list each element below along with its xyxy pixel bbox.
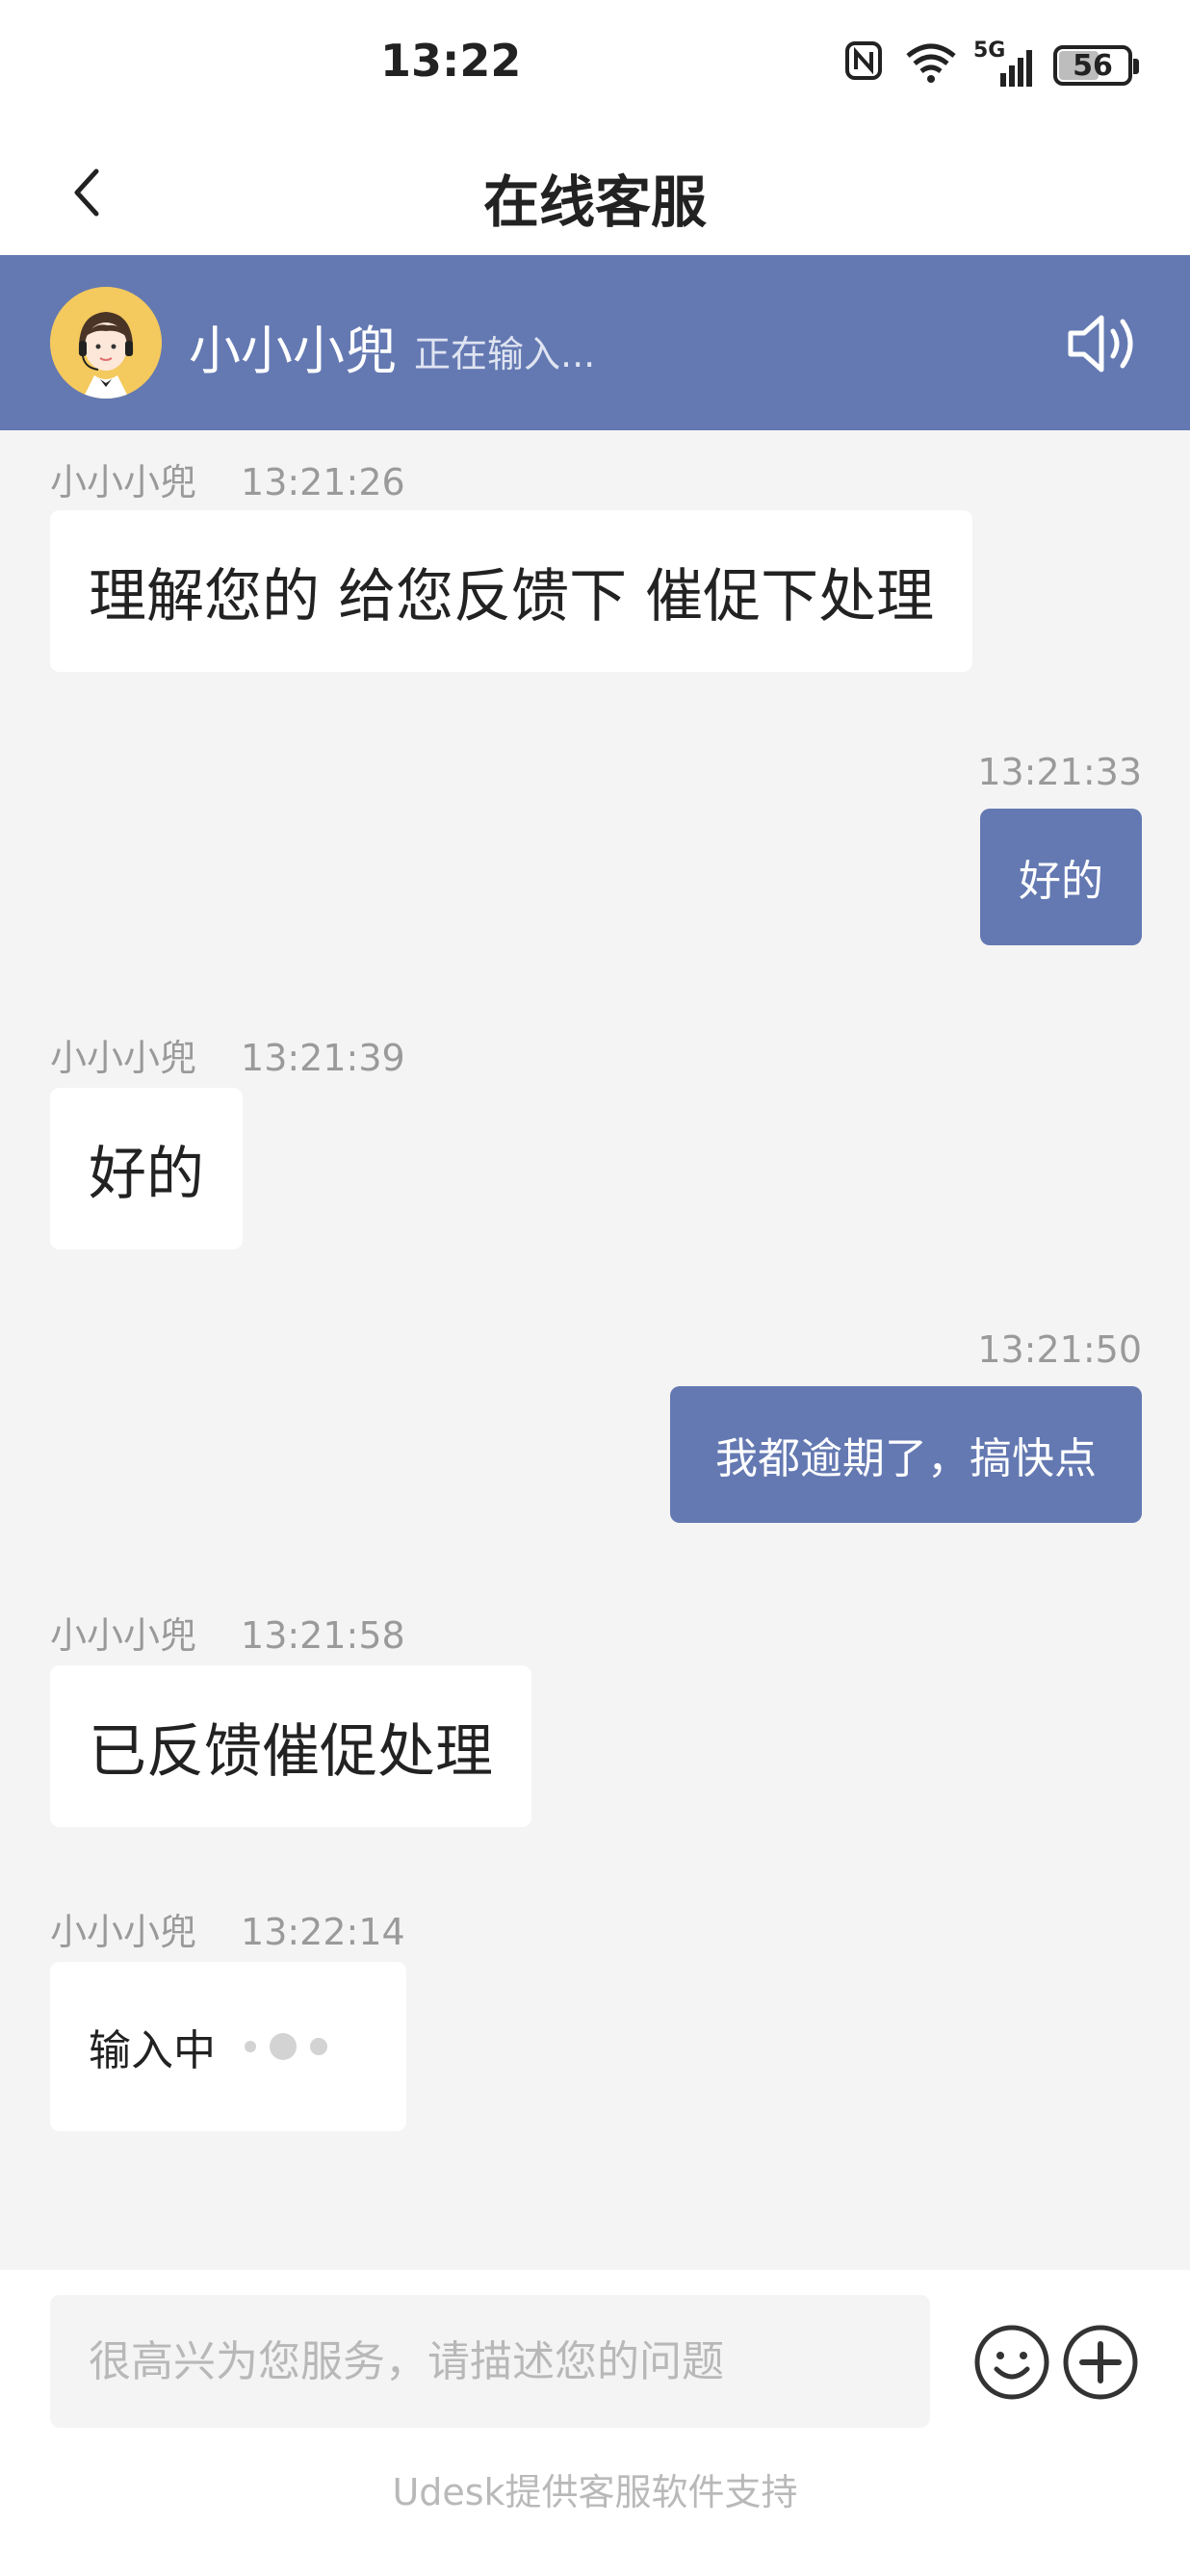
page-title: 在线客服 [482, 169, 707, 235]
message-text: 已反馈催促处理 [89, 1717, 493, 1786]
sender-name: 小小小兜 [50, 1911, 197, 1953]
more-options-button[interactable] [1061, 2323, 1140, 2402]
status-bar: 13:22 5G 56 [0, 0, 1190, 130]
battery-icon: 56 [1053, 45, 1139, 86]
network-type: 5G [973, 39, 1006, 63]
signal-icon: 5G [973, 39, 1032, 87]
composer: Udesk提供客服软件支持 [0, 2270, 1190, 2576]
message-bubble-agent[interactable]: 已反馈催促处理 [50, 1665, 531, 1827]
message-meta: 小小小兜 13:21:26 [50, 452, 405, 505]
message-meta: 小小小兜 13:22:14 [50, 1902, 405, 1955]
message-meta: 小小小兜 13:21:58 [50, 1606, 405, 1659]
emoji-button[interactable] [972, 2323, 1051, 2402]
agent-name: 小小小兜 [189, 321, 397, 381]
message-text: 好的 [89, 1140, 204, 1208]
message-bubble-user[interactable]: 我都逾期了，搞快点 [670, 1386, 1142, 1523]
message-input[interactable] [50, 2295, 930, 2428]
agent-typing-status: 正在输入... [414, 333, 596, 375]
powered-by-note: Udesk提供客服软件支持 [392, 2471, 798, 2513]
message-time: 13:21:33 [977, 751, 1142, 793]
message-text: 好的 [1019, 857, 1103, 906]
battery-level: 56 [1073, 48, 1113, 83]
sender-name: 小小小兜 [50, 1614, 197, 1657]
message-meta: 13:21:50 [977, 1328, 1142, 1371]
agent-header: 小小小兜 正在输入... [0, 255, 1190, 430]
message-time: 13:22:14 [241, 1911, 405, 1953]
typing-text: 输入中 [89, 2026, 216, 2075]
message-text: 理解您的 给您反馈下 催促下处理 [89, 562, 935, 631]
smiley-icon [974, 2325, 1049, 2400]
message-meta: 小小小兜 13:21:39 [50, 1028, 405, 1081]
sender-name: 小小小兜 [50, 1037, 197, 1079]
message-time: 13:21:26 [241, 461, 405, 503]
typing-indicator-bubble: 输入中 [50, 1962, 406, 2131]
plus-circle-icon [1063, 2325, 1138, 2400]
status-icons: 5G 56 [844, 37, 1139, 94]
message-time: 13:21:58 [241, 1614, 405, 1657]
nfc-icon [844, 40, 883, 90]
wifi-icon [904, 42, 958, 89]
message-time: 13:21:39 [241, 1037, 405, 1079]
message-bubble-agent[interactable]: 理解您的 给您反馈下 催促下处理 [50, 510, 973, 672]
message-bubble-user[interactable]: 好的 [980, 809, 1142, 945]
status-time: 13:22 [380, 35, 522, 87]
typing-dots-icon [245, 2033, 327, 2060]
speaker-button[interactable] [1065, 308, 1142, 379]
speaker-icon [1068, 315, 1133, 373]
title-bar: 在线客服 [0, 130, 1190, 255]
sender-name: 小小小兜 [50, 461, 197, 503]
message-meta: 13:21:33 [977, 751, 1142, 793]
message-text: 我都逾期了，搞快点 [715, 1434, 1097, 1483]
agent-avatar [50, 287, 162, 399]
message-bubble-agent[interactable]: 好的 [50, 1088, 243, 1249]
message-time: 13:21:50 [977, 1328, 1142, 1371]
